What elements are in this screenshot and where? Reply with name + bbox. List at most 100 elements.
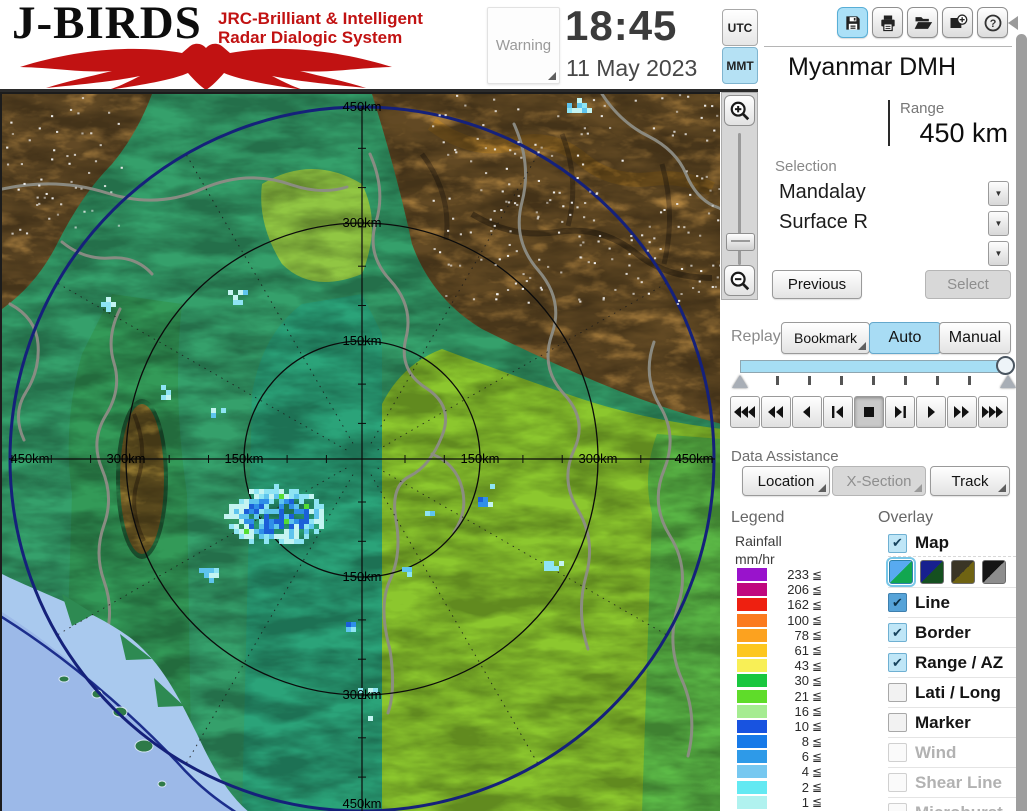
stop-button[interactable] — [854, 396, 884, 428]
map-style-3[interactable] — [951, 560, 975, 584]
collapse-panel-icon[interactable] — [1008, 16, 1018, 30]
warning-button[interactable]: Warning — [487, 7, 560, 84]
legend-swatch — [737, 765, 767, 778]
range-label: Range — [900, 100, 944, 117]
legend-value: 206 — [767, 582, 809, 597]
overlay-item-label: Wind — [915, 743, 956, 763]
selection-label: Selection — [775, 158, 837, 175]
legend-row: 2≦ — [735, 781, 845, 794]
microburst-checkbox[interactable] — [888, 803, 907, 811]
shear-line-checkbox[interactable] — [888, 773, 907, 792]
track-button[interactable]: Track — [930, 466, 1010, 496]
save-icon — [843, 13, 863, 33]
range-display: Range 450 km — [766, 96, 1012, 150]
legend-label: Legend — [731, 509, 784, 527]
step-back-button[interactable] — [823, 396, 853, 428]
x-section-button[interactable]: X-Section — [832, 466, 926, 496]
overlay-item-label: Map — [915, 533, 949, 553]
location-button[interactable]: Location — [742, 466, 830, 496]
legend-value: 1 — [767, 795, 809, 810]
marker-checkbox[interactable] — [888, 713, 907, 732]
overlay-item-label: Marker — [915, 713, 971, 733]
legend-swatch — [737, 614, 767, 627]
select-button[interactable]: Select — [925, 270, 1011, 299]
jump-start-icon — [734, 405, 756, 419]
ring-label: 300km — [342, 687, 381, 702]
svg-text:?: ? — [989, 17, 996, 29]
zoom-slider-handle[interactable] — [726, 233, 755, 251]
zoom-out-button[interactable] — [724, 265, 755, 296]
chevron-down-icon: ▼ — [995, 219, 1003, 228]
play-reverse-button[interactable] — [792, 396, 822, 428]
replay-slider-handle[interactable] — [996, 356, 1015, 375]
bookmark-button[interactable]: Bookmark — [781, 322, 870, 354]
fast-rewind-button[interactable] — [761, 396, 791, 428]
open-folder-button[interactable] — [907, 7, 938, 38]
legend-value: 30 — [767, 673, 809, 688]
line-checkbox[interactable]: ✔ — [888, 593, 907, 612]
dropdown-arrow-button[interactable]: ▼ — [988, 241, 1009, 266]
mmt-button[interactable]: MMT — [722, 47, 758, 84]
dropdown-arrow-button[interactable]: ▼ — [988, 181, 1009, 206]
legend-row: 8≦ — [735, 735, 845, 748]
slider-tick — [968, 376, 971, 385]
less-equal-symbol: ≦ — [812, 628, 822, 642]
fast-forward-button[interactable] — [947, 396, 977, 428]
panel-scrollbar[interactable] — [1016, 34, 1027, 811]
overlay-row-microburst[interactable]: Microburst — [888, 797, 1016, 811]
dropdown-arrow-button[interactable]: ▼ — [988, 211, 1009, 236]
overlay-row-wind[interactable]: Wind — [888, 737, 1016, 767]
help-button[interactable]: ? — [977, 7, 1008, 38]
legend-row: 10≦ — [735, 720, 845, 733]
eagle-icon — [10, 40, 402, 90]
slider-tick — [776, 376, 779, 385]
map-style-2[interactable] — [920, 560, 944, 584]
overlay-row-marker[interactable]: Marker — [888, 707, 1016, 737]
play-forward-button[interactable] — [916, 396, 946, 428]
radar-map[interactable]: 150km150km150km150km300km300km300km300km… — [0, 92, 720, 811]
overlay-item-label: Microburst — [915, 803, 1003, 811]
help-icon: ? — [983, 13, 1003, 33]
less-equal-symbol: ≦ — [812, 719, 822, 733]
legend-row: 100≦ — [735, 614, 845, 627]
border-checkbox[interactable]: ✔ — [888, 623, 907, 642]
range-az-checkbox[interactable]: ✔ — [888, 653, 907, 672]
magnifier-minus-icon — [729, 270, 751, 292]
legend-unit-line2: mm/hr — [735, 551, 775, 567]
wind-checkbox[interactable] — [888, 743, 907, 762]
overlay-row-line[interactable]: ✔Line — [888, 587, 1016, 617]
ring-label: 150km — [342, 333, 381, 348]
print-button[interactable] — [872, 7, 903, 38]
less-equal-symbol: ≦ — [812, 750, 822, 764]
print-icon — [878, 13, 898, 33]
less-equal-symbol: ≦ — [812, 568, 822, 582]
legend-row: 162≦ — [735, 598, 845, 611]
step-forward-button[interactable] — [885, 396, 915, 428]
replay-slider-track[interactable] — [740, 360, 1008, 373]
legend-swatch — [737, 644, 767, 657]
legend-swatch — [737, 735, 767, 748]
map-style-4[interactable] — [982, 560, 1006, 584]
legend-row: 206≦ — [735, 583, 845, 596]
lati-long-checkbox[interactable] — [888, 683, 907, 702]
auto-button[interactable]: Auto — [869, 322, 941, 354]
overlay-row-lati-long[interactable]: Lati / Long — [888, 677, 1016, 707]
overlay-row-map[interactable]: ✔ Map — [888, 530, 1016, 556]
play-forward-icon — [920, 405, 942, 419]
map-checkbox[interactable]: ✔ — [888, 534, 907, 553]
zoom-in-button[interactable] — [724, 95, 755, 126]
add-image-button[interactable] — [942, 7, 973, 38]
map-style-1[interactable] — [889, 560, 913, 584]
save-button[interactable] — [837, 7, 868, 38]
overlay-row-range-az[interactable]: ✔Range / AZ — [888, 647, 1016, 677]
replay-label: Replay — [731, 328, 781, 346]
previous-button[interactable]: Previous — [772, 270, 862, 299]
overlay-row-shear-line[interactable]: Shear Line — [888, 767, 1016, 797]
data-assistance-buttons: LocationX-SectionTrack — [720, 466, 1016, 494]
jump-end-button[interactable] — [978, 396, 1008, 428]
utc-button[interactable]: UTC — [722, 9, 758, 46]
legend-swatch — [737, 720, 767, 733]
overlay-row-border[interactable]: ✔Border — [888, 617, 1016, 647]
manual-button[interactable]: Manual — [939, 322, 1011, 354]
jump-start-button[interactable] — [730, 396, 760, 428]
